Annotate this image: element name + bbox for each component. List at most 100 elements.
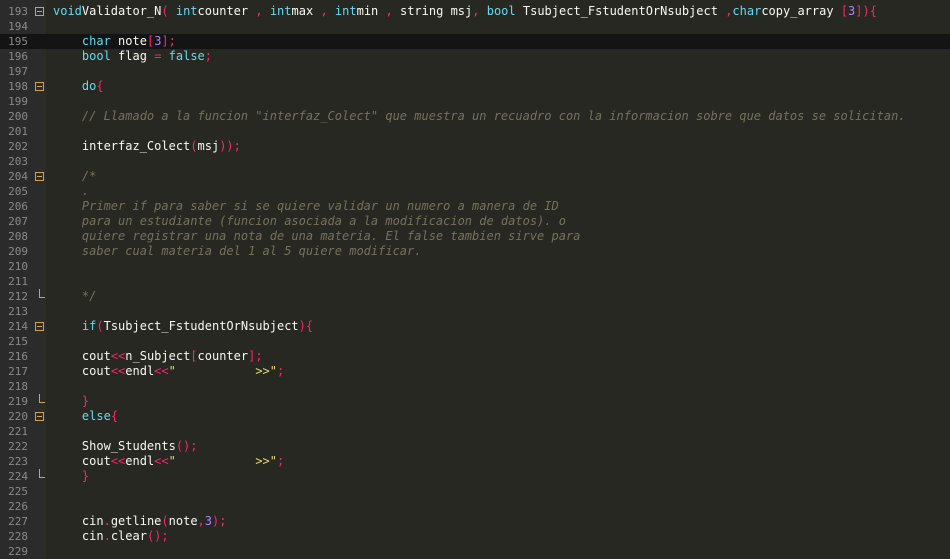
code-line[interactable]: 193 voidValidator_N( intcounter , intmax … (0, 4, 950, 19)
line-number: 221 (8, 425, 28, 438)
code-line[interactable]: 217 cout<<endl<<" >>"; (0, 364, 950, 379)
fold-collapse-icon[interactable] (35, 7, 44, 16)
code-token: cin (81, 514, 104, 528)
code-line[interactable]: 219 } (0, 394, 950, 409)
code-line[interactable]: 197 (0, 64, 950, 79)
line-number: 214 (8, 320, 28, 333)
code-line[interactable]: 228 cin.clear(); (0, 529, 950, 544)
code-line[interactable]: 214 if(Tsubject_FstudentOrNsubject){ (0, 319, 950, 334)
line-number: 208 (8, 230, 28, 243)
line-number: 207 (8, 215, 28, 228)
code-line[interactable]: 213 (0, 304, 950, 319)
code-token: { (96, 79, 104, 93)
code-token: counter (197, 4, 249, 18)
code-line[interactable]: 216 cout<<n_Subject[counter]; (0, 349, 950, 364)
code-token: (); (146, 529, 169, 543)
code-line[interactable]: 218 (0, 379, 950, 394)
code-token: min (356, 4, 379, 18)
code-token: // Llamado a la funcion "interfaz_Colect… (81, 109, 906, 123)
code-text: para un estudiante (funcion asociada a l… (53, 214, 566, 229)
code-line[interactable]: 223 cout<<endl<<" >>"; (0, 454, 950, 469)
line-number: 196 (8, 50, 28, 63)
code-token: , (320, 4, 328, 18)
code-token: note (168, 514, 198, 528)
code-line[interactable]: 225 (0, 484, 950, 499)
code-line[interactable]: 194 (0, 19, 950, 34)
code-line[interactable]: 211 (0, 274, 950, 289)
code-token: saber cual materia del 1 al 5 quiere mod… (81, 244, 422, 258)
code-line[interactable]: 195 char note[3]; (0, 34, 950, 49)
code-token: (); (175, 439, 198, 453)
code-editor[interactable]: 193 voidValidator_N( intcounter , intmax … (0, 0, 950, 559)
code-text: Primer if para saber si se quiere valida… (53, 199, 559, 214)
code-token: << (110, 349, 126, 363)
code-line[interactable]: 229 (0, 544, 950, 559)
code-token: /* (81, 169, 97, 183)
code-text: */ (53, 289, 96, 304)
code-token: ); (212, 514, 227, 528)
code-token: )); (219, 139, 241, 153)
code-line[interactable]: 221 (0, 424, 950, 439)
code-line[interactable]: 198 do{ (0, 79, 950, 94)
code-line[interactable]: 212 */ (0, 289, 950, 304)
code-line[interactable]: 220 else{ (0, 409, 950, 424)
code-token: ]; (161, 34, 176, 48)
code-token: char (81, 34, 111, 48)
fold-collapse-icon[interactable] (35, 322, 44, 331)
line-number: 222 (8, 440, 28, 453)
code-line[interactable]: 207 para un estudiante (funcion asociada… (0, 214, 950, 229)
line-number: 224 (8, 470, 28, 483)
code-line[interactable]: 202 interfaz_Colect(msj)); (0, 139, 950, 154)
code-token: } (81, 394, 90, 408)
code-text: } (53, 469, 89, 484)
code-token: msj (450, 4, 473, 18)
code-text: char note[3]; (53, 34, 176, 49)
code-line[interactable]: 227 cin.getline(note,3); (0, 514, 950, 529)
code-token: Tsubject_FstudentOrNsubject (103, 319, 299, 333)
code-line[interactable]: 208 quiere registrar una nota de una mat… (0, 229, 950, 244)
line-number: 201 (8, 125, 28, 138)
code-line[interactable]: 206 Primer if para saber si se quiere va… (0, 199, 950, 214)
line-number: 199 (8, 95, 28, 108)
code-token: . (103, 529, 111, 543)
code-line[interactable]: 210 (0, 259, 950, 274)
fold-collapse-icon[interactable] (35, 82, 44, 91)
code-token: max (291, 4, 314, 18)
code-text: cout<<n_Subject[counter]; (53, 349, 263, 364)
code-token: int (269, 4, 292, 18)
line-number: 212 (8, 290, 28, 303)
code-token: else (81, 409, 111, 423)
fold-collapse-icon[interactable] (35, 412, 44, 421)
code-line[interactable]: 222 Show_Students(); (0, 439, 950, 454)
code-token: msj (197, 139, 220, 153)
code-line[interactable]: 205 . (0, 184, 950, 199)
code-line[interactable]: 215 (0, 334, 950, 349)
code-text: saber cual materia del 1 al 5 quiere mod… (53, 244, 422, 259)
code-token: . (103, 514, 111, 528)
code-text: if(Tsubject_FstudentOrNsubject){ (53, 319, 313, 334)
code-line[interactable]: 224 } (0, 469, 950, 484)
code-line[interactable]: 201 (0, 124, 950, 139)
code-line[interactable]: 204 /* (0, 169, 950, 184)
code-token: ; (204, 49, 213, 63)
code-token: bool (81, 49, 111, 63)
fold-collapse-icon[interactable] (35, 172, 44, 181)
line-number: 216 (8, 350, 28, 363)
line-number: 211 (8, 275, 28, 288)
code-line[interactable]: 226 (0, 499, 950, 514)
code-text: cout<<endl<<" >>"; (53, 454, 284, 469)
code-line[interactable]: 196 bool flag = false; (0, 49, 950, 64)
code-token: void (53, 4, 82, 18)
code-token: [ (840, 4, 849, 18)
code-line[interactable]: 203 (0, 154, 950, 169)
code-token: copy_array (761, 4, 834, 18)
code-token: ]){ (855, 4, 877, 18)
line-number: 193 (8, 5, 28, 18)
code-text: quiere registrar una nota de una materia… (53, 229, 581, 244)
code-text: do{ (53, 79, 104, 94)
code-token: para un estudiante (funcion asociada a l… (81, 214, 566, 228)
code-line[interactable]: 200 // Llamado a la funcion "interfaz_Co… (0, 109, 950, 124)
code-token: . (81, 184, 90, 198)
code-line[interactable]: 199 (0, 94, 950, 109)
code-line[interactable]: 209 saber cual materia del 1 al 5 quiere… (0, 244, 950, 259)
